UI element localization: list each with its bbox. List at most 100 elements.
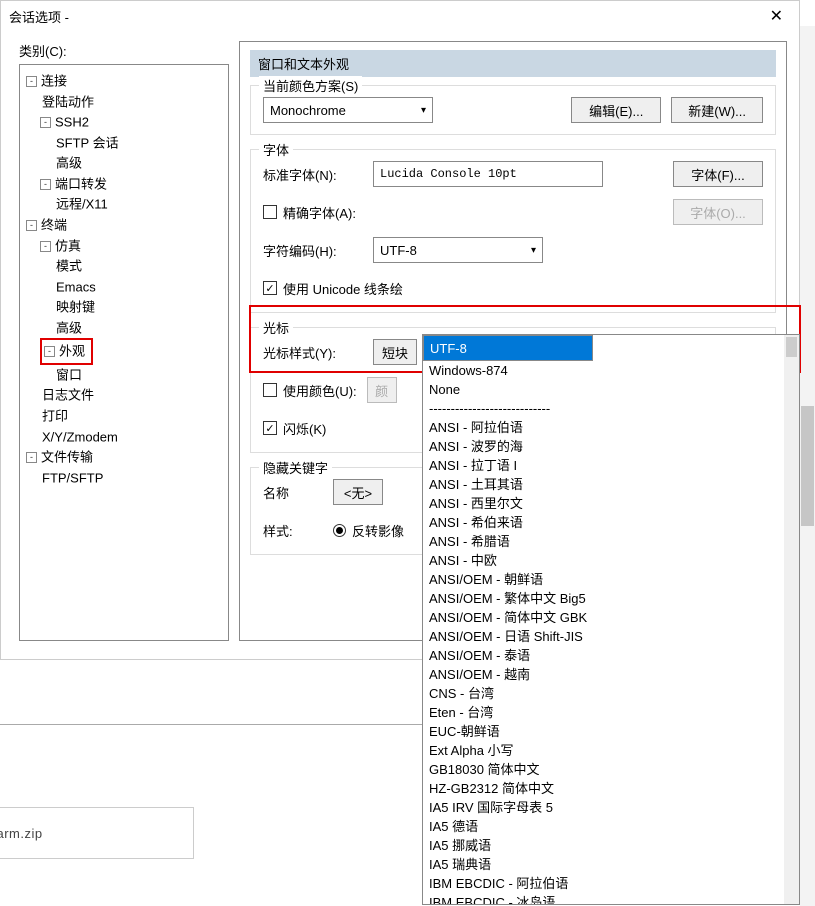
tree-node[interactable]: X/Y/Zmodem bbox=[40, 427, 224, 448]
encoding-option[interactable]: IA5 挪威语 bbox=[423, 836, 799, 855]
tree-node[interactable]: -连接登陆动作-SSH2SFTP 会话高级-端口转发远程/X11 bbox=[26, 71, 224, 215]
encoding-option[interactable]: ANSI - 希腊语 bbox=[423, 532, 799, 551]
tree-node[interactable]: -端口转发远程/X11 bbox=[40, 174, 224, 215]
encoding-option[interactable]: UTF-8 bbox=[423, 335, 593, 361]
collapse-icon[interactable]: - bbox=[26, 452, 37, 463]
encoding-option[interactable]: ANSI/OEM - 日语 Shift-JIS bbox=[423, 627, 799, 646]
tree-node[interactable]: 窗口 bbox=[54, 365, 224, 386]
encoding-option[interactable]: ANSI - 拉丁语 I bbox=[423, 456, 799, 475]
collapse-icon[interactable]: - bbox=[26, 220, 37, 231]
encoding-option[interactable]: IA5 瑞典语 bbox=[423, 855, 799, 874]
encoding-option[interactable]: HZ-GB2312 简体中文 bbox=[423, 779, 799, 798]
encoding-option[interactable]: ANSI - 阿拉伯语 bbox=[423, 418, 799, 437]
tree-node[interactable]: 映射键 bbox=[54, 297, 224, 318]
encoding-option[interactable]: Ext Alpha 小写 bbox=[423, 741, 799, 760]
tree-label[interactable]: 高级 bbox=[56, 156, 82, 171]
precise-font-checkbox[interactable]: 精确字体(A): bbox=[263, 203, 356, 222]
tree-node[interactable]: 日志文件 bbox=[40, 385, 224, 406]
encoding-value: UTF-8 bbox=[380, 243, 417, 258]
encoding-option[interactable]: ANSI/OEM - 越南 bbox=[423, 665, 799, 684]
encoding-dropdown-list[interactable]: UTF-8Windows-874None--------------------… bbox=[422, 334, 800, 905]
encoding-option[interactable]: Windows-874 bbox=[423, 361, 799, 380]
unicode-line-label: 使用 Unicode 线条绘 bbox=[283, 279, 403, 298]
tree-node[interactable]: 高级 bbox=[54, 153, 224, 174]
encoding-option[interactable]: ANSI - 希伯来语 bbox=[423, 513, 799, 532]
tree-node[interactable]: -仿真模式 Emacs 映射键高级 bbox=[40, 236, 224, 339]
tree-node[interactable]: -文件传输 FTP/SFTP bbox=[26, 447, 224, 488]
highlight-appearance: -外观 bbox=[40, 338, 93, 365]
tree-label[interactable]: 端口转发 bbox=[55, 176, 107, 191]
encoding-option[interactable]: GB18030 简体中文 bbox=[423, 760, 799, 779]
scheme-new-button[interactable]: 新建(W)... bbox=[671, 97, 763, 123]
tree-label[interactable]: SFTP 会话 bbox=[56, 135, 119, 150]
encoding-option[interactable]: ANSI - 波罗的海 bbox=[423, 437, 799, 456]
tree-label[interactable]: 外观 bbox=[59, 344, 85, 359]
tree-node[interactable]: -SSH2 SFTP 会话高级 bbox=[40, 112, 224, 174]
collapse-icon[interactable]: - bbox=[44, 346, 55, 357]
collapse-icon[interactable]: - bbox=[40, 179, 51, 190]
category-tree[interactable]: -连接登陆动作-SSH2SFTP 会话高级-端口转发远程/X11-终端-仿真模式… bbox=[19, 64, 229, 641]
hidekw-reverse-radio[interactable]: 反转影像 bbox=[333, 521, 404, 540]
tree-node[interactable]: SFTP 会话 bbox=[54, 133, 224, 154]
encoding-select[interactable]: UTF-8 ▾ bbox=[373, 237, 543, 263]
collapse-icon[interactable]: - bbox=[40, 241, 51, 252]
scrollbar-thumb[interactable] bbox=[801, 406, 814, 526]
std-font-value: Lucida Console 10pt bbox=[373, 161, 603, 187]
encoding-option[interactable]: ANSI - 土耳其语 bbox=[423, 475, 799, 494]
tree-label[interactable]: 登陆动作 bbox=[42, 94, 94, 109]
tree-label[interactable]: 窗口 bbox=[56, 367, 82, 382]
dropdown-scrollbar[interactable] bbox=[784, 335, 799, 904]
tree-label[interactable]: 日志文件 bbox=[42, 388, 94, 403]
tree-label[interactable]: 远程/X11 bbox=[56, 197, 108, 212]
hidekw-name-select[interactable]: <无> bbox=[333, 479, 383, 505]
encoding-option[interactable]: Eten - 台湾 bbox=[423, 703, 799, 722]
encoding-option[interactable]: None bbox=[423, 380, 799, 399]
tree-label[interactable]: 连接 bbox=[41, 74, 67, 89]
encoding-option[interactable]: ANSI/OEM - 朝鲜语 bbox=[423, 570, 799, 589]
tree-node[interactable]: 打印 bbox=[40, 406, 224, 427]
tree-node[interactable]: -外观窗口 bbox=[40, 338, 224, 385]
encoding-option[interactable]: ANSI/OEM - 简体中文 GBK bbox=[423, 608, 799, 627]
tree-label[interactable]: FTP/SFTP bbox=[42, 470, 103, 485]
scheme-select[interactable]: Monochrome ▾ bbox=[263, 97, 433, 123]
encoding-option[interactable]: EUC-朝鲜语 bbox=[423, 722, 799, 741]
blink-checkbox[interactable]: ✓ 闪烁(K) bbox=[263, 419, 326, 438]
unicode-line-checkbox[interactable]: ✓ 使用 Unicode 线条绘 bbox=[263, 279, 403, 298]
tree-node[interactable]: 远程/X11 bbox=[54, 194, 224, 215]
tree-label[interactable]: SSH2 bbox=[55, 115, 89, 130]
encoding-option[interactable]: ANSI/OEM - 繁体中文 Big5 bbox=[423, 589, 799, 608]
tree-label[interactable]: 终端 bbox=[41, 218, 67, 233]
tree-node[interactable]: 登陆动作 bbox=[40, 92, 224, 113]
tree-label[interactable]: 高级 bbox=[56, 320, 82, 335]
encoding-option[interactable]: IA5 德语 bbox=[423, 817, 799, 836]
tree-label[interactable]: 仿真 bbox=[55, 238, 81, 253]
scrollbar-thumb[interactable] bbox=[786, 337, 797, 357]
tree-node[interactable]: 模式 bbox=[54, 256, 224, 277]
encoding-option[interactable]: IBM EBCDIC - 阿拉伯语 bbox=[423, 874, 799, 893]
tree-node[interactable]: -终端-仿真模式Emacs映射键高级-外观窗口日志文件打印X/Y/Zmodem bbox=[26, 215, 224, 447]
collapse-icon[interactable]: - bbox=[40, 117, 51, 128]
encoding-option[interactable]: CNS - 台湾 bbox=[423, 684, 799, 703]
tree-label[interactable]: 模式 bbox=[56, 259, 82, 274]
encoding-option[interactable]: ANSI - 西里尔文 bbox=[423, 494, 799, 513]
close-icon[interactable]: ✕ bbox=[762, 6, 791, 26]
page-scrollbar[interactable] bbox=[800, 26, 815, 906]
tree-node[interactable]: FTP/SFTP bbox=[40, 468, 224, 489]
tree-label[interactable]: X/Y/Zmodem bbox=[42, 429, 118, 444]
encoding-option[interactable]: IBM EBCDIC - 冰岛语 bbox=[423, 893, 799, 905]
encoding-option[interactable]: IA5 IRV 国际字母表 5 bbox=[423, 798, 799, 817]
tree-label[interactable]: 打印 bbox=[42, 409, 68, 424]
cursor-style-select[interactable]: 短块 bbox=[373, 339, 417, 365]
scheme-edit-button[interactable]: 编辑(E)... bbox=[571, 97, 661, 123]
tree-node[interactable]: 高级 bbox=[54, 318, 224, 339]
std-font-button[interactable]: 字体(F)... bbox=[673, 161, 763, 187]
tree-label[interactable]: 映射键 bbox=[56, 300, 95, 315]
encoding-option[interactable]: ---------------------------- bbox=[423, 399, 799, 418]
collapse-icon[interactable]: - bbox=[26, 76, 37, 87]
tree-label[interactable]: Emacs bbox=[56, 279, 96, 294]
encoding-option[interactable]: ANSI/OEM - 泰语 bbox=[423, 646, 799, 665]
use-color-checkbox[interactable]: 使用颜色(U): bbox=[263, 381, 357, 400]
tree-label[interactable]: 文件传输 bbox=[41, 450, 93, 465]
tree-node[interactable]: Emacs bbox=[54, 277, 224, 298]
encoding-option[interactable]: ANSI - 中欧 bbox=[423, 551, 799, 570]
